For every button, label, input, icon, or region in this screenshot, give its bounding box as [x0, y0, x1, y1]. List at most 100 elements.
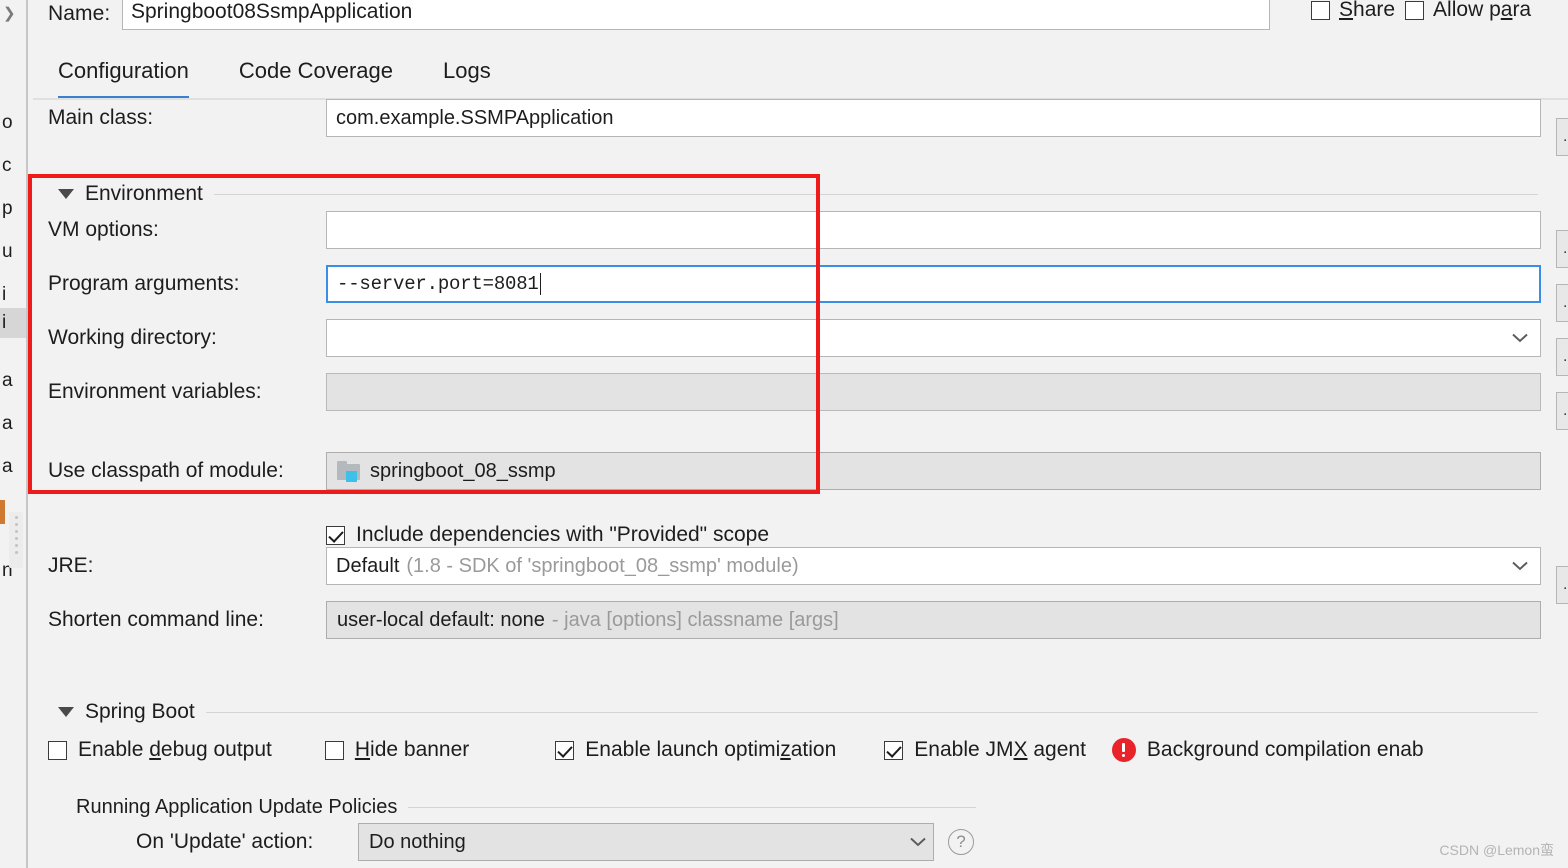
shorten-command-line-value: user-local default: none [337, 608, 545, 631]
program-arguments-expand-button[interactable]: ... [1556, 284, 1568, 322]
background-compilation-warning-text: Background compilation enab [1146, 738, 1424, 761]
chevron-right-icon[interactable]: ❯ [3, 4, 16, 22]
configuration-form: Main class: com.example.SSMPApplication … [28, 99, 1568, 868]
tab-label: Logs [442, 58, 491, 83]
environment-variables-input[interactable] [326, 373, 1541, 411]
program-arguments-label: Program arguments: [48, 272, 240, 295]
tree-item-fragment[interactable]: i [2, 284, 6, 306]
checkbox-box[interactable] [1311, 0, 1330, 20]
checkbox-box[interactable] [555, 740, 575, 760]
checkbox-box[interactable] [48, 740, 67, 760]
update-policies-group-header: Running Application Update Policies [76, 796, 976, 819]
vm-options-label: VM options: [48, 218, 159, 241]
enable-debug-output-label: Enable debug output [78, 738, 272, 761]
tree-item-fragment-selected[interactable]: i [0, 308, 26, 338]
spring-boot-options-row: Enable debug output Hide banner Enable l… [48, 738, 1424, 762]
name-input[interactable] [122, 0, 1270, 30]
tree-item-fragment[interactable]: c [2, 155, 12, 177]
tab-bar[interactable]: Configuration Code Coverage Logs [33, 52, 516, 102]
environment-variables-label: Environment variables: [48, 380, 262, 403]
allow-parallel-run-checkbox[interactable]: Allow para [1405, 0, 1531, 22]
hide-banner-label: Hide banner [354, 738, 470, 761]
group-separator-line [213, 193, 1538, 195]
tab-logs[interactable]: Logs [418, 52, 516, 100]
checkbox-box[interactable] [884, 740, 904, 760]
jre-value-hint: (1.8 - SDK of 'springboot_08_ssmp' modul… [406, 554, 799, 577]
error-icon [1111, 738, 1136, 762]
tree-item-fragment[interactable]: a [2, 370, 13, 392]
use-classpath-combobox[interactable]: springboot_08_ssmp [326, 452, 1541, 490]
working-directory-browse-button[interactable]: ... [1556, 338, 1568, 376]
environment-group-header[interactable]: Environment [58, 182, 1538, 206]
tree-item-fragment[interactable]: p [2, 198, 13, 220]
share-label-rest: hare [1353, 0, 1396, 21]
include-provided-checkbox[interactable]: Include dependencies with "Provided" sco… [326, 523, 769, 547]
module-folder-icon [337, 460, 361, 482]
name-row-options: Share Allow para [1311, 0, 1531, 22]
tree-item-fragment[interactable]: a [2, 456, 13, 478]
working-directory-input[interactable] [326, 319, 1541, 357]
enable-jmx-agent-label: Enable JMX agent [914, 738, 1086, 761]
watermark: CSDN @Lemon蛮 [1439, 842, 1554, 858]
chevron-down-icon[interactable] [907, 823, 929, 861]
tab-label: Code Coverage [238, 58, 393, 83]
on-update-action-label: On 'Update' action: [136, 830, 314, 853]
vm-options-input[interactable] [326, 211, 1541, 249]
main-class-label: Main class: [48, 106, 154, 129]
spring-boot-group-title: Spring Boot [85, 700, 195, 723]
configurations-tree-strip[interactable]: ❯ o c p u i i a a a n [0, 0, 26, 868]
chevron-down-icon[interactable] [1509, 548, 1531, 584]
collapse-triangle-icon[interactable] [58, 707, 74, 717]
use-classpath-value: springboot_08_ssmp [370, 459, 556, 482]
use-classpath-label: Use classpath of module: [48, 459, 284, 482]
main-class-browse-button[interactable]: ... [1556, 118, 1568, 156]
on-update-action-value: Do nothing [369, 830, 466, 853]
on-update-action-combobox[interactable]: Do nothing [358, 823, 934, 861]
tab-code-coverage[interactable]: Code Coverage [214, 52, 418, 100]
tree-item-fragment[interactable]: o [2, 112, 13, 134]
name-label: Name: [48, 2, 111, 25]
hide-banner-checkbox[interactable]: Hide banner [324, 738, 470, 762]
working-directory-label: Working directory: [48, 326, 217, 349]
jre-combobox[interactable]: Default (1.8 - SDK of 'springboot_08_ssm… [326, 547, 1541, 585]
program-arguments-input[interactable]: --server.port=8081 [326, 265, 1541, 303]
program-arguments-value: --server.port=8081 [337, 273, 539, 295]
jre-value: Default [336, 554, 400, 577]
tab-configuration[interactable]: Configuration [33, 52, 214, 100]
shorten-command-line-hint: - java [options] classname [args] [551, 608, 839, 631]
name-row: Name: Share Allow para [28, 0, 1568, 34]
splitter-handle[interactable] [9, 512, 23, 568]
enable-jmx-agent-checkbox[interactable]: Enable JMX agent [884, 738, 1086, 762]
jre-browse-button[interactable]: ... [1556, 566, 1568, 604]
collapse-triangle-icon[interactable] [58, 189, 74, 199]
enable-debug-output-checkbox[interactable]: Enable debug output [48, 738, 272, 762]
shorten-command-line-combobox[interactable]: user-local default: none - java [options… [326, 601, 1541, 639]
help-icon[interactable]: ? [948, 829, 974, 855]
group-separator-line [205, 711, 1538, 713]
configuration-panel: Name: Share Allow para Configuration Co [27, 0, 1568, 868]
checkbox-box[interactable] [324, 740, 344, 760]
checkbox-box[interactable] [1405, 0, 1425, 20]
background-compilation-warning: Background compilation enab [1111, 738, 1424, 762]
include-provided-label: Include dependencies with "Provided" sco… [356, 523, 770, 546]
tree-item-fragment[interactable]: a [2, 413, 13, 435]
shorten-command-line-label: Shorten command line: [48, 608, 264, 631]
environment-group-title: Environment [85, 182, 203, 205]
environment-variables-browse-button[interactable]: ... [1556, 392, 1568, 430]
chevron-down-icon[interactable] [1509, 320, 1531, 356]
checkbox-box[interactable] [326, 525, 345, 545]
enable-launch-optimization-checkbox[interactable]: Enable launch optimization [555, 738, 836, 762]
spring-boot-group-header[interactable]: Spring Boot [58, 700, 1538, 724]
tab-label: Configuration [58, 58, 189, 83]
enable-launch-optimization-label: Enable launch optimization [585, 738, 837, 761]
allow-parallel-label: Allow para [1433, 0, 1532, 21]
vm-options-expand-button[interactable]: ... [1556, 230, 1568, 268]
main-class-input[interactable]: com.example.SSMPApplication [326, 99, 1541, 137]
run-configuration-dialog: ❯ o c p u i i a a a n Name: Share [0, 0, 1568, 868]
share-label: Share [1339, 0, 1396, 21]
update-policies-group-title: Running Application Update Policies [76, 796, 398, 818]
text-caret [539, 273, 542, 295]
share-checkbox[interactable]: Share [1311, 0, 1395, 22]
group-separator-line [408, 807, 976, 808]
tree-item-fragment[interactable]: u [2, 241, 13, 263]
